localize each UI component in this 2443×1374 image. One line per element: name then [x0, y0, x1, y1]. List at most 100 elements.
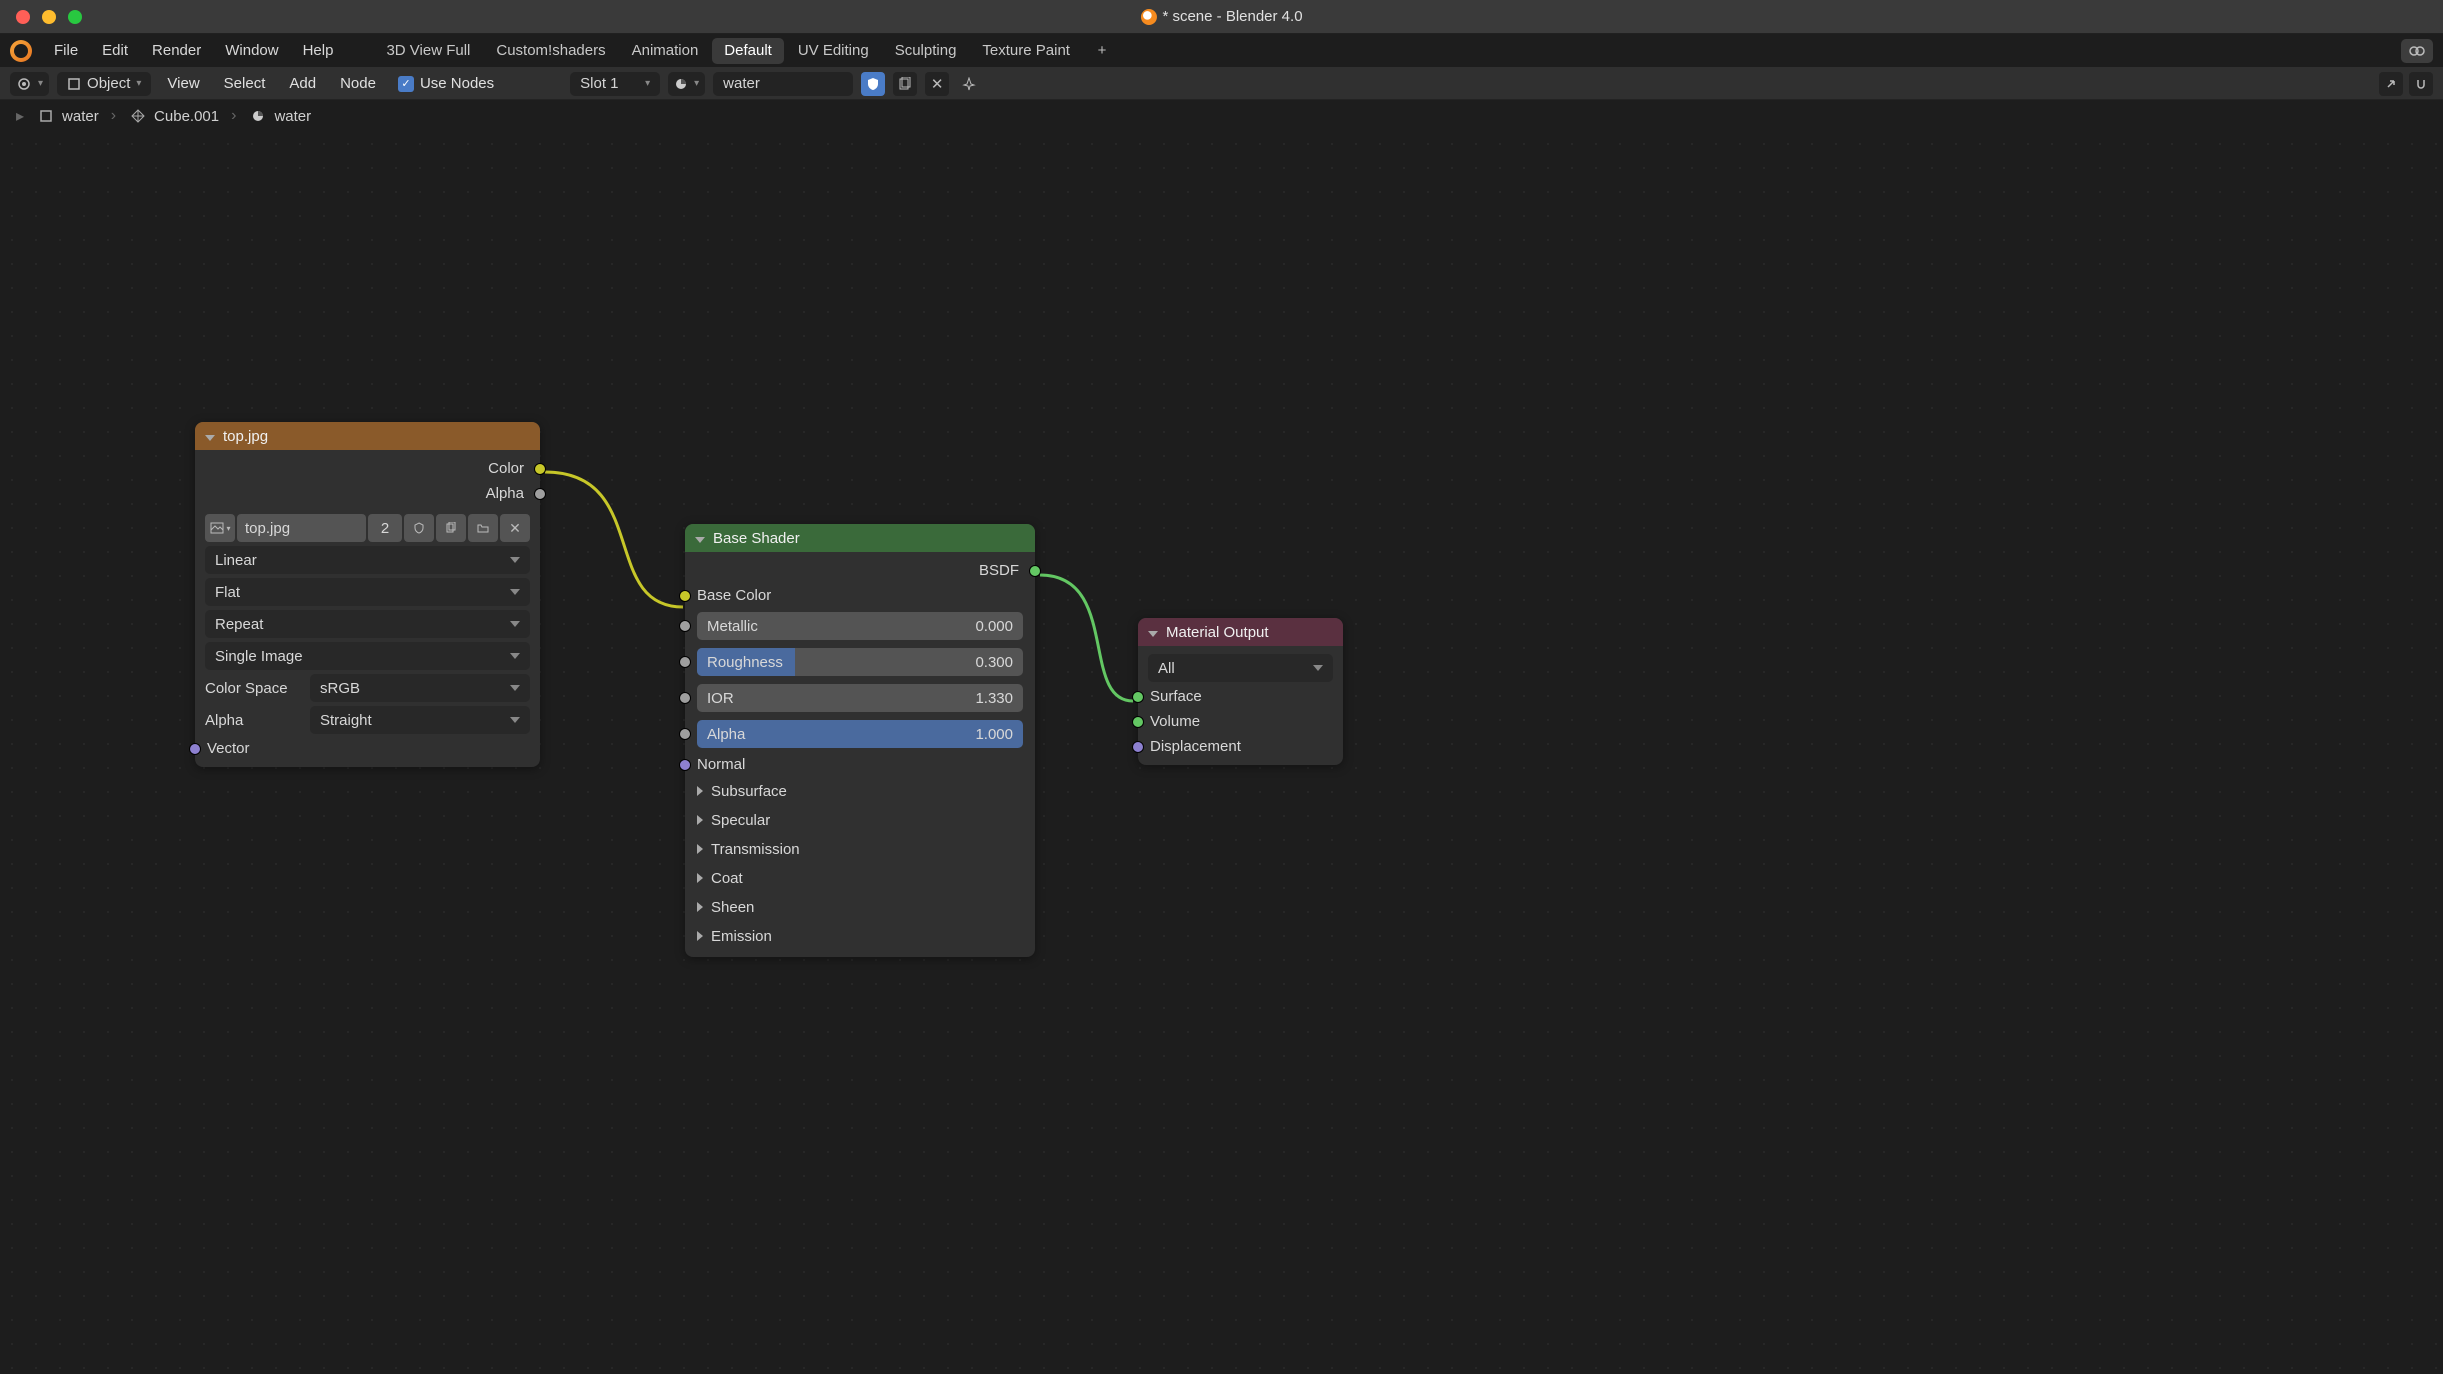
close-window-button[interactable]	[16, 10, 30, 24]
mode-dropdown[interactable]: Object ▾	[57, 72, 151, 96]
roughness-value[interactable]: 0.300	[975, 654, 1013, 671]
node-header[interactable]: top.jpg	[195, 422, 540, 450]
menu-help[interactable]: Help	[291, 34, 346, 67]
metallic-value[interactable]: 0.000	[975, 618, 1013, 635]
base-color-label: Base Color	[697, 587, 771, 604]
surface-input-socket[interactable]	[1132, 691, 1144, 703]
image-fake-user-button[interactable]	[404, 514, 434, 542]
alpha-value[interactable]: 1.000	[975, 726, 1013, 743]
socket-label-vector: Vector	[207, 740, 250, 757]
use-nodes-label: Use Nodes	[420, 75, 494, 92]
zoom-window-button[interactable]	[68, 10, 82, 24]
editor-type-dropdown[interactable]: ▾	[10, 72, 49, 96]
traffic-lights	[16, 10, 82, 24]
workspace-tab-customshaders[interactable]: Custom!shaders	[484, 38, 617, 64]
workspace-tab-3dviewfull[interactable]: 3D View Full	[374, 38, 482, 64]
use-nodes-toggle[interactable]: ✓ Use Nodes	[398, 75, 494, 92]
image-new-button[interactable]	[436, 514, 466, 542]
node-image-texture[interactable]: top.jpg Color Alpha ▾ top.jpg 2 ✕ Linear…	[195, 422, 540, 767]
pin-button[interactable]	[957, 72, 981, 96]
normal-label: Normal	[697, 756, 745, 773]
breadcrumb-toggle[interactable]: ▸	[10, 106, 30, 126]
add-workspace-button[interactable]: +	[1091, 40, 1113, 62]
slot-dropdown[interactable]: Slot 1▾	[570, 72, 660, 96]
parent-node-tree-button[interactable]	[2379, 72, 2403, 96]
alpha-input-socket[interactable]	[679, 728, 691, 740]
workspace-tab-sculpting[interactable]: Sculpting	[883, 38, 969, 64]
image-open-button[interactable]	[468, 514, 498, 542]
color-output-socket[interactable]	[534, 463, 546, 475]
breadcrumb-item-0[interactable]: water	[62, 108, 99, 125]
header-menu-view[interactable]: View	[159, 75, 207, 92]
group-subsurface[interactable]: Subsurface	[695, 779, 1025, 804]
color-space-dropdown[interactable]: sRGB	[310, 674, 530, 702]
menu-window[interactable]: Window	[213, 34, 290, 67]
fake-user-button[interactable]	[861, 72, 885, 96]
blender-logo-icon[interactable]	[10, 40, 32, 62]
color-space-value: sRGB	[320, 680, 360, 697]
collapse-icon[interactable]	[695, 530, 705, 547]
projection-dropdown[interactable]: Flat	[205, 578, 530, 606]
object-icon	[36, 106, 56, 126]
ior-input-socket[interactable]	[679, 692, 691, 704]
metallic-label: Metallic	[707, 618, 758, 635]
socket-label-color: Color	[488, 460, 524, 477]
metallic-input-socket[interactable]	[679, 620, 691, 632]
interpolation-dropdown[interactable]: Linear	[205, 546, 530, 574]
source-dropdown[interactable]: Single Image	[205, 642, 530, 670]
extension-dropdown[interactable]: Repeat	[205, 610, 530, 638]
image-unlink-button[interactable]: ✕	[500, 514, 530, 542]
group-coat[interactable]: Coat	[695, 866, 1025, 891]
minimize-window-button[interactable]	[42, 10, 56, 24]
image-users[interactable]: 2	[368, 514, 402, 542]
unlink-material-button[interactable]: ✕	[925, 72, 949, 96]
workspace-tab-uvediting[interactable]: UV Editing	[786, 38, 881, 64]
node-header[interactable]: Base Shader	[685, 524, 1035, 552]
normal-input-socket[interactable]	[679, 759, 691, 771]
menu-render[interactable]: Render	[140, 34, 213, 67]
material-name-field[interactable]: water	[713, 72, 853, 96]
group-sheen[interactable]: Sheen	[695, 895, 1025, 920]
image-name-field[interactable]: top.jpg	[237, 514, 366, 542]
header-menu-add[interactable]: Add	[281, 75, 324, 92]
snap-button[interactable]	[2409, 72, 2433, 96]
volume-input-socket[interactable]	[1132, 716, 1144, 728]
breadcrumb-item-1[interactable]: Cube.001	[154, 108, 219, 125]
new-material-button[interactable]	[893, 72, 917, 96]
node-header[interactable]: Material Output	[1138, 618, 1343, 646]
roughness-input-socket[interactable]	[679, 656, 691, 668]
interp-value: Linear	[215, 552, 257, 569]
material-icon	[248, 106, 268, 126]
node-editor-canvas[interactable]: top.jpg Color Alpha ▾ top.jpg 2 ✕ Linear…	[0, 132, 2443, 1374]
vector-input-socket[interactable]	[189, 743, 201, 755]
image-browser-button[interactable]: ▾	[205, 514, 235, 542]
workspace-tab-texturepaint[interactable]: Texture Paint	[970, 38, 1082, 64]
menu-file[interactable]: File	[42, 34, 90, 67]
target-dropdown[interactable]: All	[1148, 654, 1333, 682]
workspace-tab-animation[interactable]: Animation	[620, 38, 711, 64]
collapse-icon[interactable]	[1148, 624, 1158, 641]
collapse-icon[interactable]	[205, 428, 215, 445]
header-menu-select[interactable]: Select	[216, 75, 274, 92]
breadcrumb-item-2[interactable]: water	[274, 108, 311, 125]
bsdf-output-socket[interactable]	[1029, 565, 1041, 577]
base-color-input-socket[interactable]	[679, 590, 691, 602]
material-browser[interactable]: ▾	[668, 72, 705, 96]
use-nodes-checkbox[interactable]: ✓	[398, 76, 414, 92]
socket-label-alpha: Alpha	[486, 485, 524, 502]
node-base-shader[interactable]: Base Shader BSDF Base Color Metallic0.00…	[685, 524, 1035, 957]
alpha-mode-dropdown[interactable]: Straight	[310, 706, 530, 734]
volume-label: Volume	[1150, 713, 1200, 730]
chevron-right-icon: ›	[225, 107, 242, 125]
header-menu-node[interactable]: Node	[332, 75, 384, 92]
menu-edit[interactable]: Edit	[90, 34, 140, 67]
ior-value[interactable]: 1.330	[975, 690, 1013, 707]
alpha-output-socket[interactable]	[534, 488, 546, 500]
workspace-tab-default[interactable]: Default	[712, 38, 784, 64]
scene-selector[interactable]	[2401, 39, 2433, 63]
group-emission[interactable]: Emission	[695, 924, 1025, 949]
displacement-input-socket[interactable]	[1132, 741, 1144, 753]
group-specular[interactable]: Specular	[695, 808, 1025, 833]
node-material-output[interactable]: Material Output All Surface Volume Displ…	[1138, 618, 1343, 765]
group-transmission[interactable]: Transmission	[695, 837, 1025, 862]
